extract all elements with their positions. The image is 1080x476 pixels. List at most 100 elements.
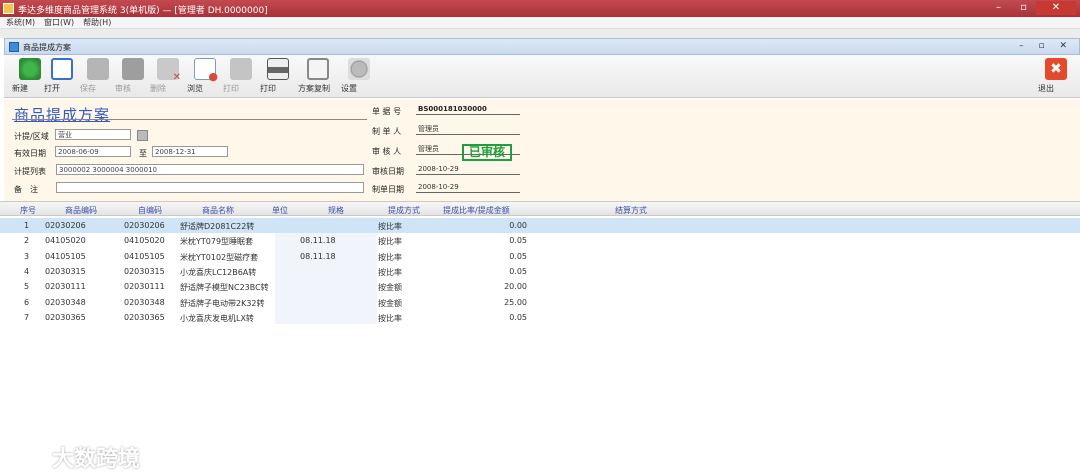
grid-header: 序号 商品编码 自编码 商品名称 单位 规格 提成方式 提成比率/提成金额 结算… — [0, 201, 1080, 216]
audit-button[interactable]: 审核 — [115, 58, 151, 96]
table-row[interactable]: 3 04105105 04105105 米枕YT0102型磁疗套 08.11.18 按比率… — [0, 249, 1080, 264]
col-seq[interactable]: 序号 — [20, 205, 36, 216]
table-cell: 02030365 — [124, 312, 165, 322]
toolbar: 新建 打开 保存 审核 删除 浏览 打印 打印 方案复制 设置 ✖ 退出 — [4, 55, 1080, 98]
col-settle[interactable]: 结算方式 — [615, 205, 647, 216]
audit-date-label: 审核日期 — [372, 167, 404, 176]
remark-label: 备 注 — [14, 185, 38, 194]
menu-system[interactable]: 系统(M) — [6, 17, 35, 29]
minimize-icon[interactable]: – — [986, 1, 1011, 15]
valid-date-label: 有效日期 — [14, 149, 46, 158]
mdi-background — [0, 29, 1080, 38]
browse-icon — [194, 58, 218, 83]
settings-button[interactable]: 设置 — [341, 58, 377, 96]
col-method[interactable]: 提成方式 — [388, 205, 420, 216]
document-title: 商品提成方案 — [14, 106, 111, 124]
object-field[interactable]: 营业 — [55, 129, 131, 140]
object-picker-button[interactable] — [137, 130, 148, 141]
audit-button-label: 审核 — [115, 84, 131, 93]
table-cell: 0.05 — [509, 266, 527, 276]
maker-value: 管理员 — [416, 124, 520, 135]
table-cell: 5 — [24, 282, 30, 292]
exit-icon: ✖ — [1045, 58, 1067, 80]
window-title: 季达多维度商品管理系统 3(单机版) — [管理者 DH.0000000] — [18, 6, 268, 16]
table-cell: 按比率 — [378, 252, 402, 262]
col-rate[interactable]: 提成比率/提成金额 — [443, 205, 510, 216]
col-spec[interactable]: 规格 — [328, 205, 344, 216]
table-row[interactable]: 5 02030111 02030111 舒适牌子模型NC23BC转 按金额 20.00 — [0, 279, 1080, 294]
table-cell: 舒适牌子电动带2K32转 — [180, 298, 265, 308]
save-button-label: 保存 — [80, 84, 96, 93]
printer-icon — [267, 58, 289, 80]
audit-icon — [122, 58, 144, 80]
table-cell: 08.11.18 — [300, 236, 336, 246]
window-titlebar: 季达多维度商品管理系统 3(单机版) — [管理者 DH.0000000] – … — [0, 0, 1080, 17]
date-from-field[interactable]: 2008-06-09 — [55, 146, 131, 157]
table-cell: 20.00 — [504, 282, 527, 292]
subwindow-controls[interactable]: – ▫ ✕ — [1019, 41, 1073, 51]
col-selfcode[interactable]: 自编码 — [138, 205, 162, 216]
copy-scheme-button[interactable]: 方案复制 — [298, 58, 338, 96]
table-cell: 04105105 — [45, 251, 86, 261]
table-cell: 4 — [24, 266, 30, 276]
open-button[interactable]: 打开 — [44, 58, 80, 96]
table-cell: 小龙喜庆发电机LX转 — [180, 313, 254, 323]
make-date-value: 2008-10-29 — [416, 182, 520, 193]
table-cell: 按金额 — [378, 283, 402, 293]
col-name[interactable]: 商品名称 — [202, 205, 234, 216]
print-button[interactable]: 打印 — [260, 58, 296, 96]
exit-button-label: 退出 — [1038, 84, 1054, 93]
delete-button[interactable]: 删除 — [150, 58, 186, 96]
print-disabled-icon — [230, 58, 252, 80]
table-cell: 按比率 — [378, 267, 402, 277]
detail-grid: 序号 商品编码 自编码 商品名称 单位 规格 提成方式 提成比率/提成金额 结算… — [0, 201, 1080, 476]
app-icon — [3, 3, 14, 14]
table-cell: 04105105 — [124, 251, 165, 261]
object-label: 计提/区域 — [14, 132, 49, 141]
table-row[interactable]: 2 04105020 04105020 米枕YT079型睡眠套 08.11.18 按比率 0… — [0, 233, 1080, 248]
table-cell: 02030111 — [124, 282, 165, 292]
table-row[interactable]: 4 02030315 02030315 小龙喜庆LC12B6A转 按比率 0.05 — [0, 264, 1080, 279]
col-code[interactable]: 商品编码 — [65, 205, 97, 216]
menu-help[interactable]: 帮助(H) — [83, 17, 111, 29]
delete-button-label: 删除 — [150, 84, 166, 93]
maker-label: 制 单 人 — [372, 127, 402, 136]
print-disabled-label: 打印 — [223, 84, 239, 93]
table-row[interactable]: 1 02030206 02030206 舒适牌D2081C22转 按比率 0.00 — [0, 218, 1080, 233]
table-cell: 0.00 — [509, 221, 527, 230]
copy-scheme-icon — [307, 58, 329, 80]
subwindow-icon — [9, 42, 19, 52]
auditor-label: 审 核 人 — [372, 147, 402, 156]
table-cell: 02030348 — [124, 297, 165, 307]
table-cell: 米枕YT079型睡眠套 — [180, 237, 254, 247]
audited-stamp: 已审核 — [462, 144, 512, 161]
table-cell: 按比率 — [378, 237, 402, 247]
print-disabled-button[interactable]: 打印 — [223, 58, 259, 96]
window-controls: – ▫ ✕ — [986, 1, 1076, 15]
subwindow-title: 商品提成方案 — [23, 43, 71, 52]
table-row[interactable]: 7 02030365 02030365 小龙喜庆发电机LX转 按比率 0.05 — [0, 310, 1080, 325]
browse-button[interactable]: 浏览 — [187, 58, 223, 96]
exit-button[interactable]: ✖ 退出 — [1038, 58, 1074, 96]
table-cell: 按金额 — [378, 298, 402, 308]
save-button[interactable]: 保存 — [80, 58, 116, 96]
table-cell: 0.05 — [509, 251, 527, 261]
table-cell: 小龙喜庆LC12B6A转 — [180, 267, 257, 277]
col-unit[interactable]: 单位 — [272, 205, 288, 216]
close-icon[interactable]: ✕ — [1036, 1, 1076, 15]
table-cell: 02030206 — [45, 221, 86, 230]
table-cell: 按比率 — [378, 222, 402, 231]
new-button[interactable]: 新建 — [12, 58, 48, 96]
date-to-field[interactable]: 2008-12-31 — [152, 146, 228, 157]
menu-window[interactable]: 窗口(W) — [44, 17, 74, 29]
table-cell: 1 — [24, 221, 30, 230]
table-cell: 7 — [24, 312, 30, 322]
new-button-label: 新建 — [12, 84, 28, 93]
doc-no-value: BS000181030000 — [416, 104, 520, 115]
object-list-field[interactable]: 3000002 3000004 3000010 — [56, 164, 364, 175]
title-rule — [12, 119, 367, 120]
maximize-icon[interactable]: ▫ — [1011, 1, 1036, 15]
table-cell: 米枕YT0102型磁疗套 — [180, 252, 259, 262]
remark-field[interactable] — [56, 182, 364, 193]
table-row[interactable]: 6 02030348 02030348 舒适牌子电动带2K32转 按金额 25.00 — [0, 295, 1080, 310]
